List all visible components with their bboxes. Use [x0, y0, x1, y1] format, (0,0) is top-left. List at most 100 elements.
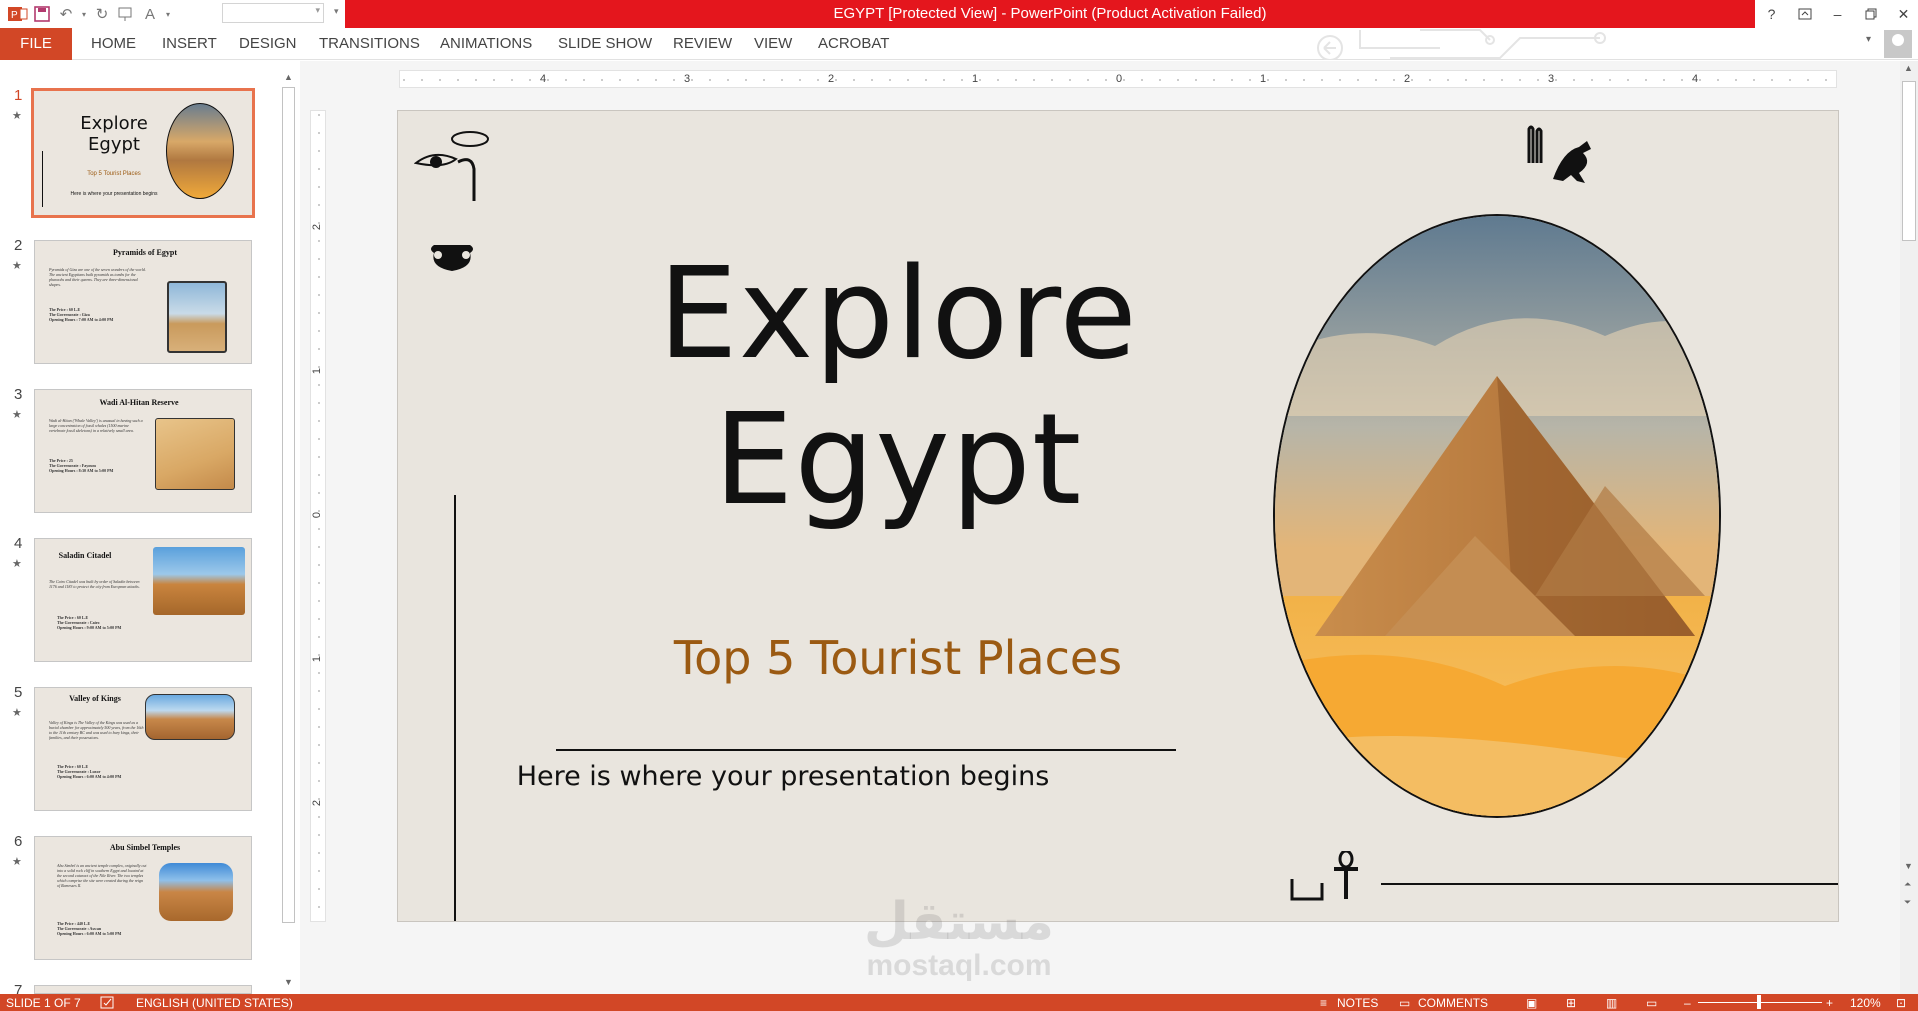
ruler-label: 2 [828, 73, 835, 85]
slide-tagline[interactable]: Here is where your presentation begins [498, 761, 1068, 792]
thumbnail-number: 2 [14, 237, 23, 254]
pot-icon [431, 245, 473, 271]
scroll-down-icon[interactable]: ▼ [284, 977, 293, 987]
spelling-icon[interactable] [100, 996, 116, 1011]
slide-scrollbar[interactable]: ▲ ▼ ⏶ ⏷ [1900, 61, 1918, 994]
close-icon[interactable]: ✕ [1887, 0, 1918, 28]
restore-icon[interactable] [1854, 0, 1887, 28]
status-bar: SLIDE 1 OF 7 ENGLISH (UNITED STATES) ≡ N… [0, 994, 1918, 1011]
tab-home[interactable]: HOME [90, 28, 137, 60]
thumb-bullet: Opening Hours : 6:00 AM to 4:00 PM [57, 774, 122, 779]
thumb-bullets: The Price : 440 L.E The Governorate : As… [57, 921, 167, 936]
thumb-desert-image [155, 418, 235, 490]
user-avatar[interactable] [1884, 30, 1912, 58]
thumb-subtitle: Top 5 Tourist Places [87, 171, 141, 177]
ankh-icon [1290, 851, 1358, 901]
scroll-up-icon[interactable]: ▲ [1904, 63, 1913, 73]
thumbnail-number: 4 [14, 535, 23, 552]
minimize-icon[interactable]: – [1821, 0, 1854, 28]
start-from-beginning-icon[interactable] [114, 3, 138, 25]
thumb-divider [42, 151, 43, 207]
zoom-in-icon[interactable]: + [1826, 996, 1833, 1010]
undo-dropdown-icon[interactable]: ▾ [78, 3, 90, 25]
comments-button[interactable]: COMMENTS [1418, 996, 1488, 1010]
horizontal-ruler: 4 3 2 1 0 1 2 3 4 [399, 70, 1837, 88]
thumb-text: The Cairo Citadel was built by order of … [49, 579, 140, 589]
thumb-text: Pyramids of Giza are one of the seven wo… [49, 267, 146, 287]
scroll-up-icon[interactable]: ▲ [284, 72, 293, 82]
previous-slide-icon[interactable]: ⏶ [1904, 879, 1911, 890]
thumbnail-slide-5[interactable]: Valley of Kings Valley of Kings is The V… [34, 687, 252, 811]
thumb-pyramid-image [166, 103, 234, 199]
slide-sorter-icon[interactable]: ⊞ [1566, 996, 1576, 1010]
tab-acrobat[interactable]: ACROBAT [817, 28, 890, 60]
reading-view-icon[interactable]: ▥ [1606, 996, 1617, 1010]
slide-title[interactable]: Explore Egypt [638, 241, 1158, 533]
tab-insert[interactable]: INSERT [161, 28, 218, 60]
ruler-label: 2 [311, 799, 324, 807]
comments-icon[interactable]: ▭ [1399, 996, 1410, 1010]
tab-view[interactable]: VIEW [753, 28, 793, 60]
help-button[interactable]: ? [1755, 0, 1788, 28]
ruler-label: 4 [540, 73, 547, 85]
thumb-pyramids-image [167, 281, 227, 353]
quick-access-toolbar: P ↶ ▾ ↻ A ▾ [6, 3, 174, 25]
text-direction-icon[interactable]: A [138, 3, 162, 25]
tab-review[interactable]: REVIEW [672, 28, 733, 60]
fit-to-window-icon[interactable]: ⊡ [1896, 996, 1906, 1010]
thumbnail-slide-3[interactable]: Wadi Al-Hitan Reserve Wadi al-Hitan ('Wh… [34, 389, 252, 513]
thumb-title: Explore Egypt [64, 113, 164, 155]
vertical-divider [454, 495, 456, 921]
animation-star-icon: ★ [12, 707, 22, 719]
animation-star-icon: ★ [12, 110, 22, 122]
thumbnail-scrollbar[interactable]: ▲ ▼ [280, 71, 297, 991]
thumbnail-slide-6[interactable]: Abu Simbel Temples Abu Simbel is an anci… [34, 836, 252, 960]
vertical-ruler: 2 1 0 1 2 [310, 110, 326, 922]
ribbon-display-options-icon[interactable] [1788, 0, 1821, 28]
zoom-slider-thumb[interactable] [1757, 995, 1761, 1009]
customize-qat-icon[interactable]: ▾ [334, 6, 339, 17]
next-slide-icon[interactable]: ⏷ [1904, 897, 1911, 908]
tab-transitions[interactable]: TRANSITIONS [318, 28, 421, 60]
thumbnail-slide-7[interactable] [34, 985, 252, 994]
notes-icon[interactable]: ≡ [1320, 996, 1327, 1010]
font-name-box[interactable]: ▾ [222, 3, 324, 23]
slide-indicator[interactable]: SLIDE 1 OF 7 [6, 996, 81, 1010]
zoom-level[interactable]: 120% [1850, 996, 1881, 1010]
scrollbar-thumb[interactable] [1902, 81, 1916, 241]
tab-design[interactable]: DESIGN [238, 28, 298, 60]
thumb-title: Valley of Kings [69, 694, 121, 703]
thumbnail-slide-2[interactable]: Pyramids of Egypt Pyramids of Giza are o… [34, 240, 252, 364]
thumb-title-line-2: Egypt [88, 134, 140, 155]
language-indicator[interactable]: ENGLISH (UNITED STATES) [136, 996, 293, 1010]
tab-animations[interactable]: ANIMATIONS [439, 28, 533, 60]
pyramid-illustration-icon [1275, 216, 1719, 816]
thumbnail-slide-1[interactable]: Explore Egypt Top 5 Tourist Places Here … [31, 88, 255, 218]
qat-more-dropdown-icon[interactable]: ▾ [162, 3, 174, 25]
eye-of-horus-icon [414, 131, 489, 201]
scroll-down-icon[interactable]: ▼ [1904, 861, 1913, 871]
redo-icon[interactable]: ↻ [90, 3, 114, 25]
notes-button[interactable]: NOTES [1337, 996, 1378, 1010]
save-icon[interactable] [30, 3, 54, 25]
animation-star-icon: ★ [12, 558, 22, 570]
window-controls: ? – ✕ [1755, 0, 1918, 28]
tab-file[interactable]: FILE [0, 28, 72, 60]
slide-show-icon[interactable]: ▭ [1646, 996, 1657, 1010]
scrollbar-thumb[interactable] [282, 87, 295, 923]
ribbon-collapse-icon[interactable]: ▾ [1866, 34, 1871, 45]
powerpoint-logo-icon[interactable]: P [6, 3, 30, 25]
thumbnail-slide-4[interactable]: Saladin Citadel The Cairo Citadel was bu… [34, 538, 252, 662]
undo-icon[interactable]: ↶ [54, 3, 78, 25]
pyramid-photo[interactable] [1273, 214, 1721, 818]
zoom-out-icon[interactable]: – [1684, 996, 1691, 1010]
tab-slide-show[interactable]: SLIDE SHOW [557, 28, 653, 60]
slide-subtitle[interactable]: Top 5 Tourist Places [598, 631, 1198, 685]
normal-view-icon[interactable]: ▣ [1526, 996, 1537, 1010]
ruler-label: 0 [311, 511, 324, 519]
ruler-label: 1 [972, 73, 979, 85]
slide-canvas[interactable]: Explore Egypt Top 5 Tourist Places Here … [397, 110, 1839, 922]
powerpoint-window: { "window": { "title": "EGYPT [Protected… [0, 0, 1918, 1011]
ruler-label: 2 [1404, 73, 1411, 85]
animation-star-icon: ★ [12, 260, 22, 272]
